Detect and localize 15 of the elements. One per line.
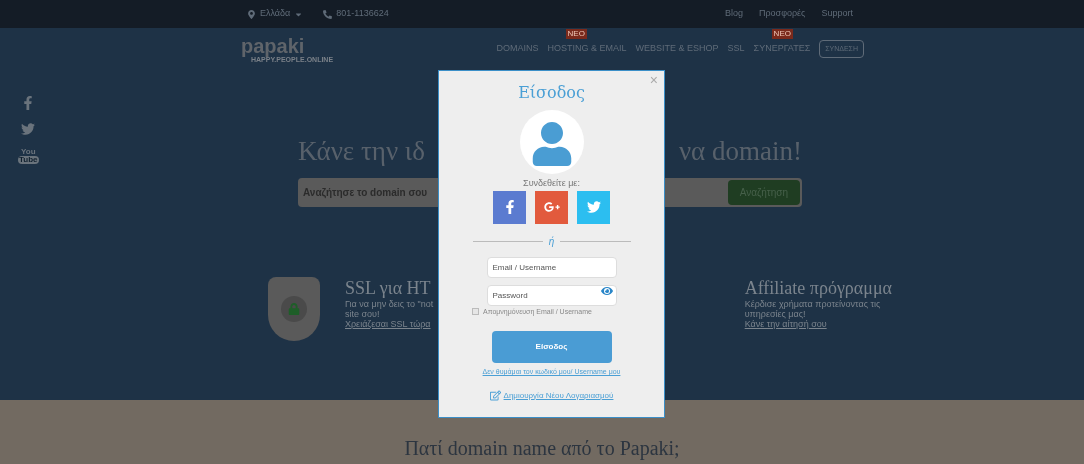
hero-title: να domain! xyxy=(678,138,802,165)
feature-title: SSL για HT xyxy=(345,277,432,299)
section-title: Πατί domain name από το Papaki; xyxy=(404,436,680,462)
feature-text: Κέρδισε χρήματα προτείνοντας τις xyxy=(744,299,882,309)
feature-text: Για να μην δεις το "not xyxy=(345,299,434,309)
dialog-title: Είσοδος xyxy=(518,82,585,104)
hero-title: Κάνε την ιδ xyxy=(298,138,425,165)
phone-number: 801-1136624 xyxy=(323,7,389,21)
feature-text: υπηρεσίες μας! xyxy=(744,309,807,319)
new-badge: NEO xyxy=(565,29,587,40)
connect-label: Συνδεθείτε με: xyxy=(523,177,580,190)
feature-text: site σου! xyxy=(345,309,381,319)
feature-title: Affiliate πρόγραμμα xyxy=(744,277,892,299)
or-separator: ή xyxy=(548,234,555,249)
new-badge: NEO xyxy=(771,29,793,40)
